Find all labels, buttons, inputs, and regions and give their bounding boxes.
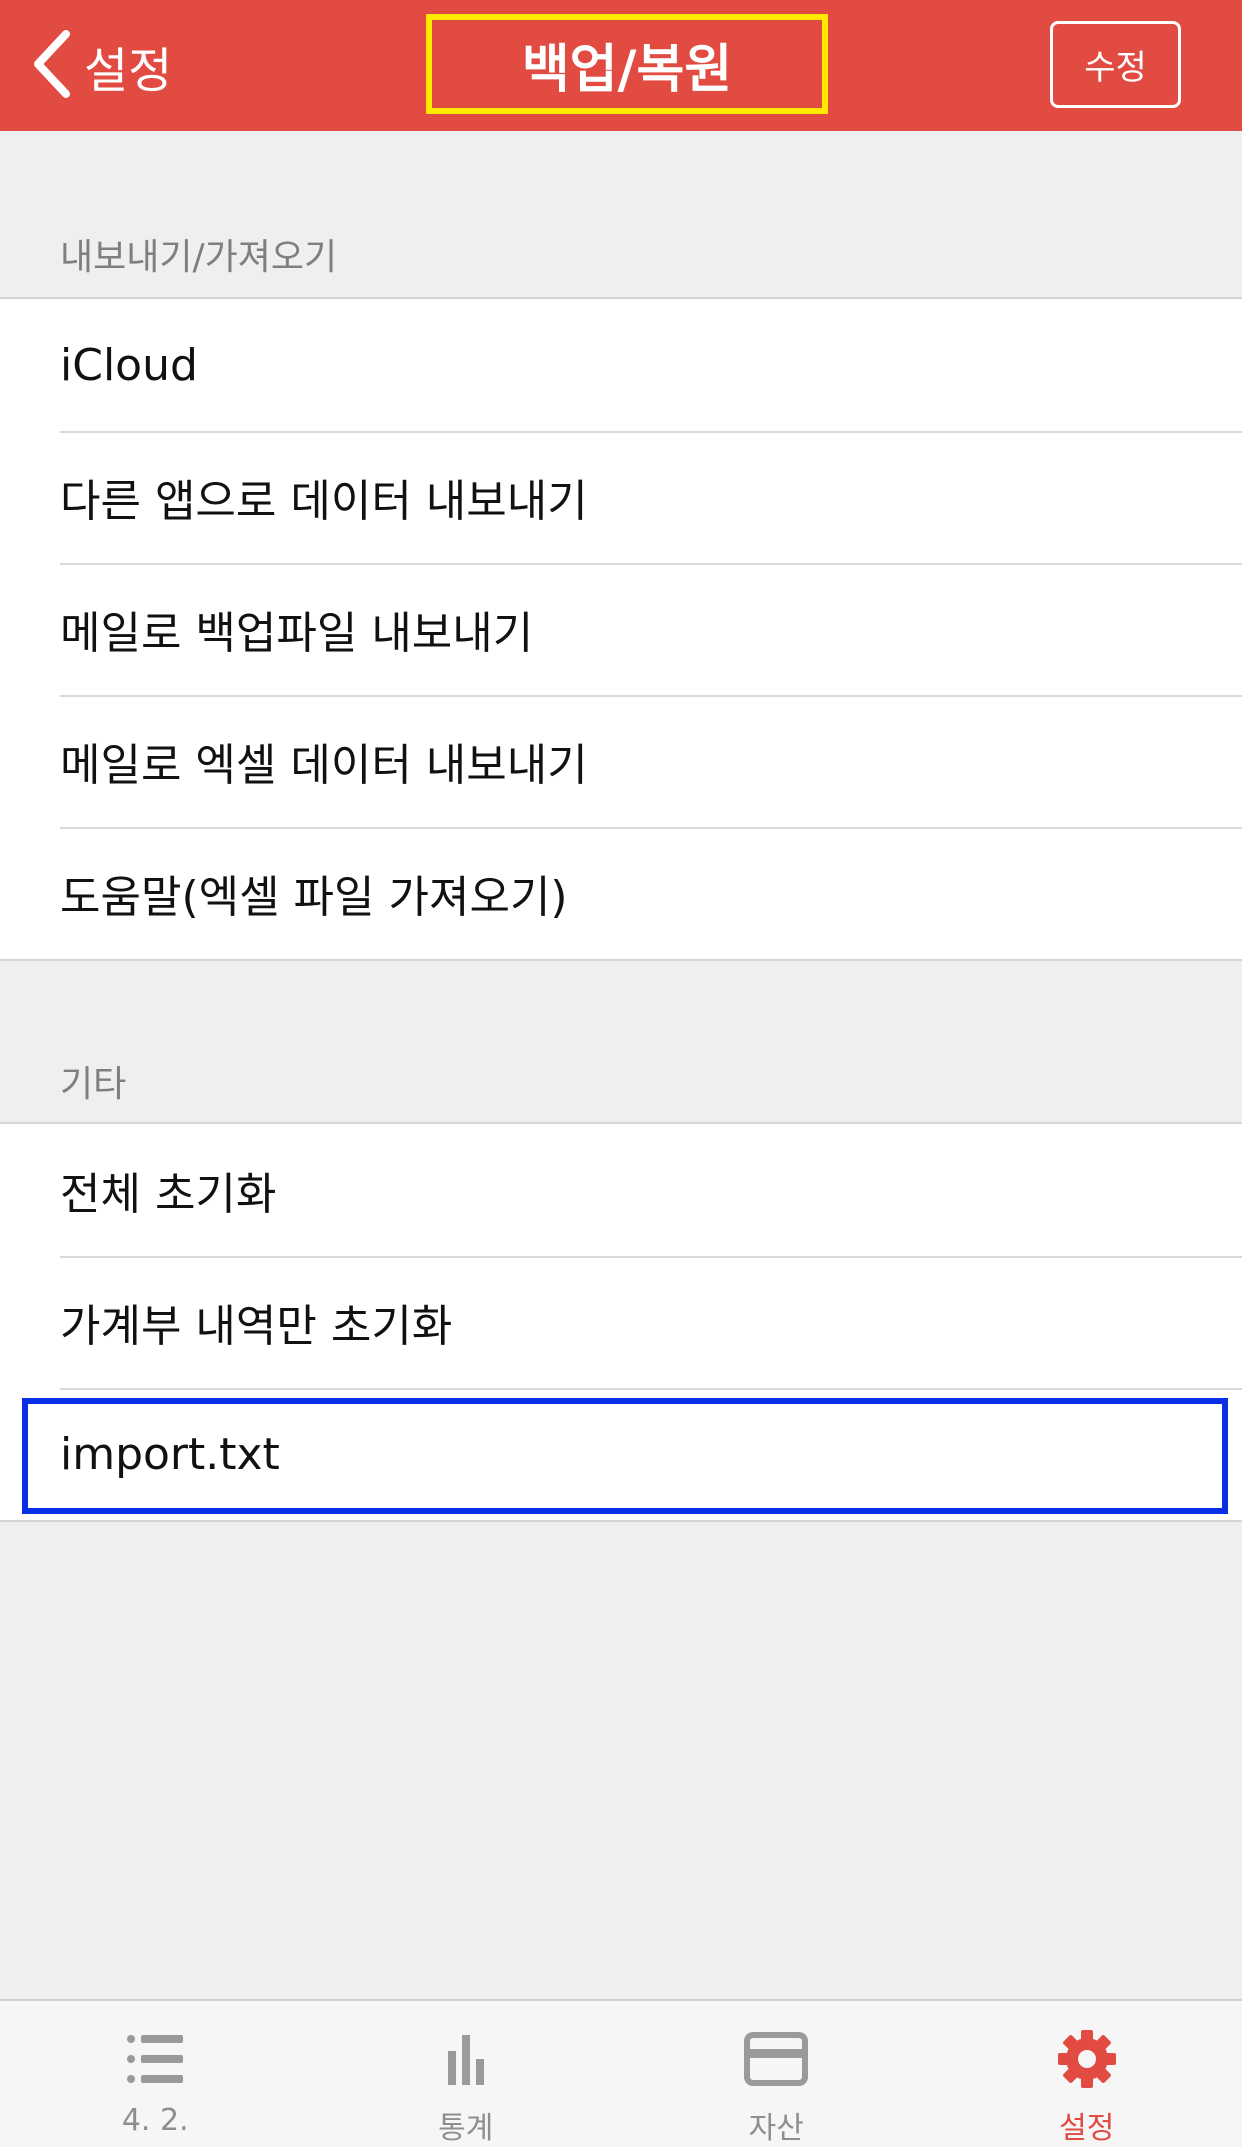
export-import-group: iCloud 다른 앱으로 데이터 내보내기 메일로 백업파일 내보내기 메일로… [0, 297, 1242, 961]
chevron-left-icon [30, 28, 74, 104]
page-title: 백업/복원 [521, 39, 733, 100]
back-button[interactable]: 설정 [30, 26, 172, 106]
list-item-reset-all[interactable]: 전체 초기화 [0, 1124, 1242, 1256]
section-header-export-import: 내보내기/가져오기 [60, 237, 338, 278]
tab-label-assets: 자산 [748, 2111, 804, 2146]
list-item-help-excel-import[interactable]: 도움말(엑셀 파일 가져오기) [0, 827, 1242, 959]
tab-list[interactable]: 4. 2. [0, 2001, 311, 2147]
tab-settings[interactable]: 설정 [932, 2001, 1242, 2147]
list-item-export-other-app[interactable]: 다른 앱으로 데이터 내보내기 [0, 431, 1242, 563]
tab-label-settings: 설정 [1059, 2111, 1115, 2146]
card-icon [744, 2029, 809, 2093]
etc-group: 전체 초기화 가계부 내역만 초기화 import.txt [0, 1122, 1242, 1522]
list-item-reset-ledger[interactable]: 가계부 내역만 초기화 [0, 1256, 1242, 1388]
bar-chart-icon [434, 2029, 498, 2093]
screen: 설정 백업/복원 수정 내보내기/가져오기 iCloud 다른 앱으로 데이터 … [0, 0, 1242, 2147]
tab-assets[interactable]: 자산 [621, 2001, 932, 2147]
list-icon [123, 2029, 187, 2093]
title-highlight-box: 백업/복원 [426, 14, 828, 114]
list-item-email-backup[interactable]: 메일로 백업파일 내보내기 [0, 563, 1242, 695]
tab-label-stats: 통계 [438, 2111, 494, 2146]
tab-label-date: 4. 2. [121, 2103, 189, 2138]
edit-button[interactable]: 수정 [1050, 21, 1181, 108]
tab-stats[interactable]: 통계 [311, 2001, 622, 2147]
tab-bar: 4. 2. 통계 자산 설정 [0, 1999, 1242, 2147]
back-button-label: 설정 [84, 43, 173, 99]
list-item-icloud[interactable]: iCloud [0, 299, 1242, 431]
list-item-import-txt[interactable]: import.txt [0, 1388, 1242, 1520]
navigation-bar: 설정 백업/복원 수정 [0, 0, 1242, 131]
section-header-etc: 기타 [60, 1064, 127, 1105]
gear-icon [1055, 2029, 1119, 2093]
list-item-email-excel[interactable]: 메일로 엑셀 데이터 내보내기 [0, 695, 1242, 827]
